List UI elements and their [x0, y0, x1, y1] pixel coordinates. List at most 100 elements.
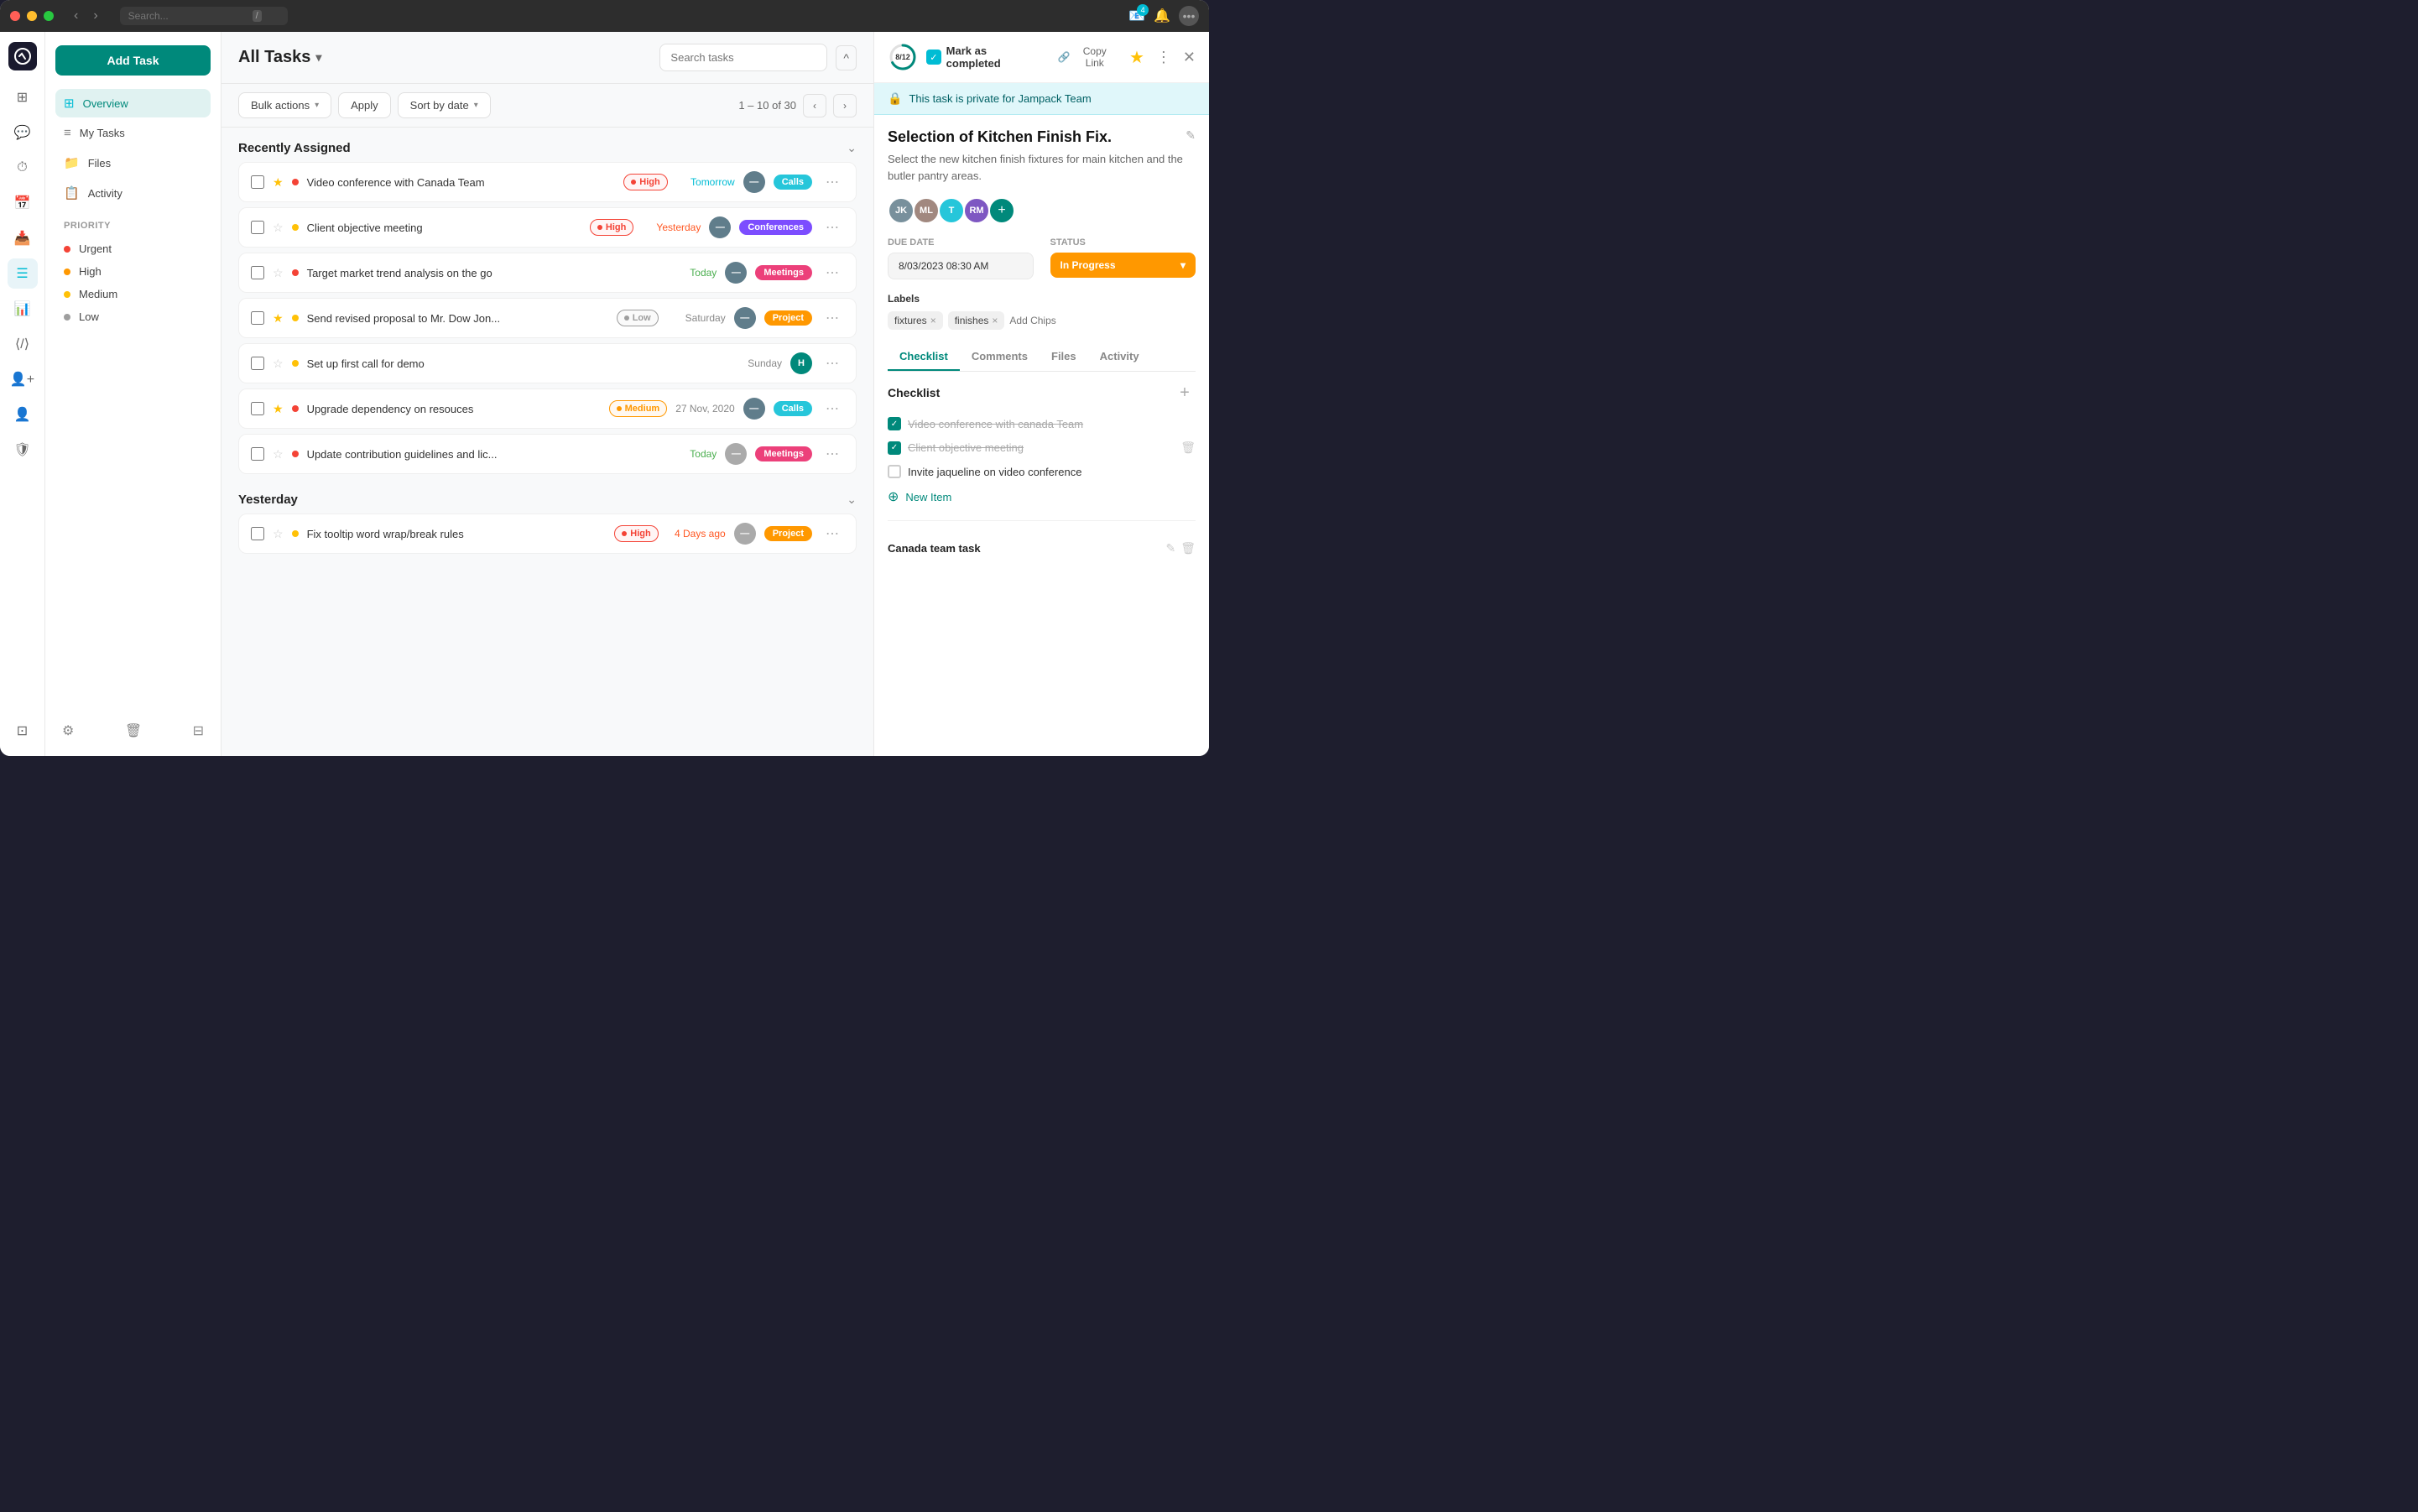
favorite-star[interactable]: ★ — [1129, 47, 1144, 68]
star-button-t2[interactable]: ☆ — [273, 221, 284, 235]
add-chip-input[interactable] — [1009, 315, 1076, 326]
iconbar-tasks[interactable]: ☰ — [8, 258, 38, 289]
task-checkbox-t8[interactable] — [251, 527, 264, 540]
star-button-t8[interactable]: ☆ — [273, 527, 284, 541]
iconbar-reports[interactable]: 📊 — [8, 294, 38, 324]
app-logo[interactable] — [8, 42, 37, 70]
new-item-icon[interactable]: ⊕ — [888, 488, 899, 505]
priority-low[interactable]: Low — [55, 305, 211, 328]
iconbar-shield[interactable]: 🛡 — [8, 435, 38, 465]
task-row[interactable]: ★ Video conference with Canada Team High… — [238, 162, 857, 202]
detail-close-button[interactable]: ✕ — [1183, 49, 1196, 66]
task-more-t3[interactable]: ⋯ — [821, 263, 844, 283]
label-finishes-remove[interactable]: × — [992, 315, 998, 326]
iconbar-time[interactable]: ⏱ — [8, 153, 38, 183]
task-more-t2[interactable]: ⋯ — [821, 217, 844, 237]
bulk-actions-button[interactable]: Bulk actions ▾ — [238, 92, 331, 118]
checklist-checkbox-3[interactable] — [888, 465, 901, 478]
iconbar-person[interactable]: 👤 — [8, 399, 38, 430]
task-checkbox-t3[interactable] — [251, 266, 264, 279]
assignee-avatar-4[interactable]: RM — [963, 197, 990, 224]
recently-assigned-collapse[interactable]: ⌄ — [847, 141, 857, 155]
task-checkbox-t6[interactable] — [251, 402, 264, 415]
label-fixtures-remove[interactable]: × — [930, 315, 936, 326]
task-row[interactable]: ★ Upgrade dependency on resouces Medium … — [238, 388, 857, 429]
checklist-checkbox-1[interactable]: ✓ — [888, 417, 901, 430]
collapse-panel-button[interactable]: ^ — [836, 45, 857, 70]
previous-page-button[interactable]: ‹ — [803, 94, 826, 117]
priority-urgent[interactable]: Urgent — [55, 237, 211, 260]
edit-canada-section[interactable]: ✎ — [1165, 541, 1175, 555]
tab-comments[interactable]: Comments — [960, 343, 1040, 371]
iconbar-dashboard[interactable]: ⊞ — [8, 82, 38, 112]
task-more-t6[interactable]: ⋯ — [821, 399, 844, 419]
iconbar-code[interactable]: ⟨/⟩ — [8, 329, 38, 359]
add-checklist-item-button[interactable]: + — [1174, 382, 1196, 404]
sidebar-item-my-tasks[interactable]: ≡ My Tasks — [55, 119, 211, 147]
status-dropdown[interactable]: In Progress ▾ — [1050, 253, 1196, 278]
next-page-button[interactable]: › — [833, 94, 857, 117]
task-checkbox-t5[interactable] — [251, 357, 264, 370]
copy-link-button[interactable]: 🔗 Copy Link — [1051, 42, 1123, 72]
add-task-button[interactable]: Add Task — [55, 45, 211, 76]
task-row[interactable]: ☆ Fix tooltip word wrap/break rules High… — [238, 514, 857, 554]
minimize-traffic-light[interactable] — [27, 11, 37, 21]
task-more-t4[interactable]: ⋯ — [821, 308, 844, 328]
back-button[interactable]: ‹ — [69, 7, 83, 25]
apply-button[interactable]: Apply — [338, 92, 391, 118]
messages-button[interactable]: 📧 4 — [1128, 8, 1145, 24]
tab-activity[interactable]: Activity — [1088, 343, 1151, 371]
maximize-traffic-light[interactable] — [44, 11, 54, 21]
due-date-value[interactable]: 8/03/2023 08:30 AM — [888, 253, 1034, 279]
more-options-button[interactable]: ••• — [1179, 6, 1199, 26]
delete-checklist-item-2[interactable]: 🗑 — [1180, 441, 1196, 455]
priority-high[interactable]: High — [55, 260, 211, 283]
layout-button[interactable]: ⊟ — [190, 719, 207, 743]
priority-medium[interactable]: Medium — [55, 283, 211, 305]
task-checkbox-t4[interactable] — [251, 311, 264, 325]
page-title-chevron[interactable]: ▾ — [315, 50, 321, 65]
search-tasks-input[interactable] — [659, 44, 827, 71]
trash-button[interactable]: 🗑 — [122, 719, 145, 743]
star-button-t6[interactable]: ★ — [273, 402, 284, 416]
iconbar-calendar[interactable]: 📅 — [8, 188, 38, 218]
add-assignee-button[interactable]: + — [988, 197, 1015, 224]
titlebar-search-bar[interactable]: / — [120, 7, 288, 25]
task-row[interactable]: ☆ Client objective meeting High Yesterda… — [238, 207, 857, 248]
task-more-t1[interactable]: ⋯ — [821, 172, 844, 192]
star-button-t7[interactable]: ☆ — [273, 447, 284, 461]
new-item-label[interactable]: New Item — [905, 491, 951, 503]
global-search-input[interactable] — [128, 10, 246, 22]
sidebar-item-activity[interactable]: 📋 Activity — [55, 179, 211, 207]
assignee-avatar-2[interactable]: ML — [913, 197, 940, 224]
task-row[interactable]: ☆ Update contribution guidelines and lic… — [238, 434, 857, 474]
task-row[interactable]: ☆ Target market trend analysis on the go… — [238, 253, 857, 293]
iconbar-components[interactable]: ⊡ — [8, 716, 38, 746]
task-checkbox-t7[interactable] — [251, 447, 264, 461]
task-row[interactable]: ★ Send revised proposal to Mr. Dow Jon..… — [238, 298, 857, 338]
assignee-avatar-1[interactable]: JK — [888, 197, 915, 224]
sidebar-item-files[interactable]: 📁 Files — [55, 149, 211, 177]
delete-canada-section[interactable]: 🗑 — [1180, 541, 1196, 555]
iconbar-inbox[interactable]: 📥 — [8, 223, 38, 253]
tab-files[interactable]: Files — [1040, 343, 1088, 371]
task-more-t5[interactable]: ⋯ — [821, 353, 844, 373]
task-row[interactable]: ☆ Set up first call for demo Sunday H ⋯ — [238, 343, 857, 383]
close-traffic-light[interactable] — [10, 11, 20, 21]
sort-by-date-button[interactable]: Sort by date ▾ — [398, 92, 491, 118]
task-checkbox-t1[interactable] — [251, 175, 264, 189]
edit-title-button[interactable]: ✎ — [1186, 128, 1196, 143]
star-button-t5[interactable]: ☆ — [273, 357, 284, 371]
iconbar-chat[interactable]: 💬 — [8, 117, 38, 148]
forward-button[interactable]: › — [88, 7, 102, 25]
task-checkbox-t2[interactable] — [251, 221, 264, 234]
assignee-avatar-3[interactable]: T — [938, 197, 965, 224]
yesterday-collapse[interactable]: ⌄ — [847, 493, 857, 507]
sidebar-item-overview[interactable]: ⊞ Overview — [55, 89, 211, 117]
star-button-t1[interactable]: ★ — [273, 175, 284, 190]
detail-kebab-button[interactable]: ⋮ — [1151, 47, 1176, 68]
task-more-t8[interactable]: ⋯ — [821, 524, 844, 544]
iconbar-add-user[interactable]: 👤+ — [8, 364, 38, 394]
notifications-button[interactable]: 🔔 — [1154, 8, 1170, 24]
star-button-t3[interactable]: ☆ — [273, 266, 284, 280]
